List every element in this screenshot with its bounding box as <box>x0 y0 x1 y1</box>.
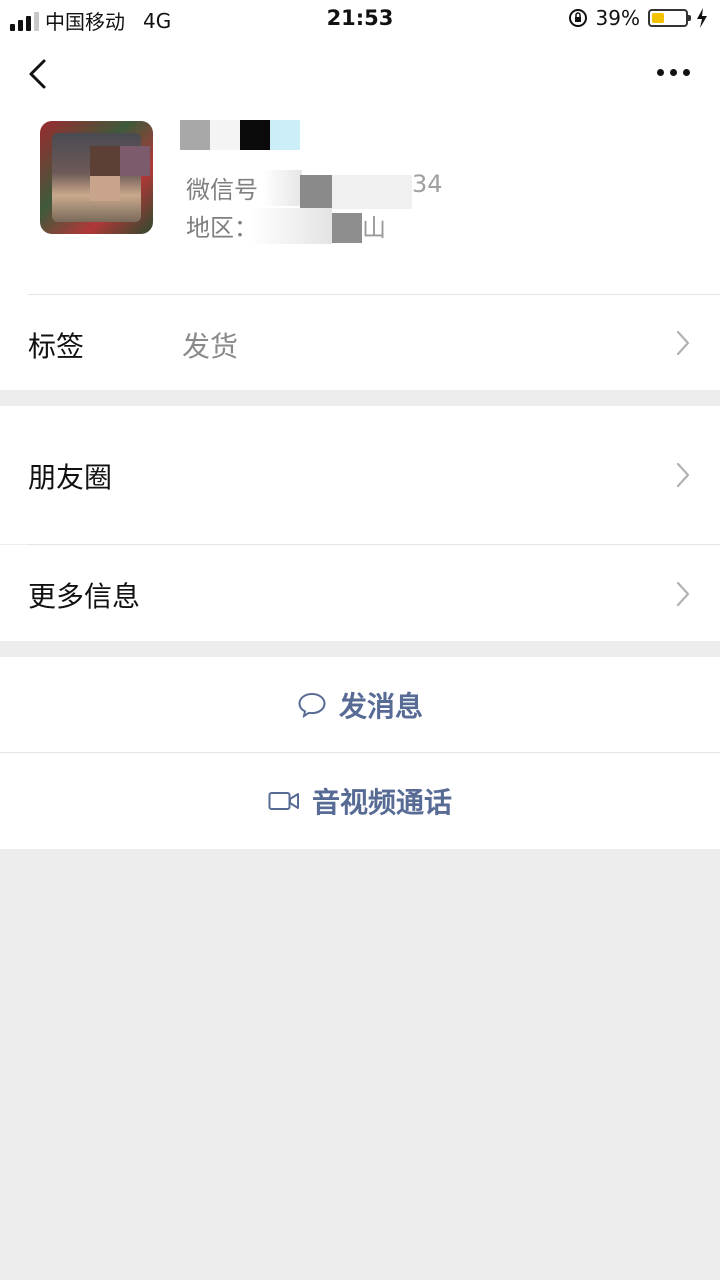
battery-level-fill <box>652 13 664 23</box>
avatar-mosaic <box>120 146 150 176</box>
status-bar: 中国移动 4G 21:53 39% <box>0 0 720 38</box>
moments-label: 朋友圈 <box>28 461 113 494</box>
video-camera-icon <box>268 792 299 810</box>
more-dot <box>656 68 664 76</box>
avatar-mosaic <box>90 176 120 201</box>
battery-percent: 39% <box>595 6 640 30</box>
battery-icon <box>648 9 691 27</box>
wechat-id-visible: 34 <box>412 170 443 198</box>
region-label: 地区： <box>186 214 258 242</box>
more-info-row[interactable]: 更多信息 <box>0 545 720 641</box>
moments-row[interactable]: 朋友圈 <box>0 406 720 544</box>
message-bubble-icon <box>298 692 326 719</box>
charging-bolt-icon <box>697 8 707 28</box>
send-message-label: 发消息 <box>338 690 423 723</box>
more-options-button[interactable] <box>648 60 698 84</box>
chevron-right-icon <box>676 581 690 607</box>
wechat-id-redaction <box>332 175 412 209</box>
region-redaction <box>332 213 362 243</box>
region-visible: 山 <box>362 208 386 243</box>
status-right: 39% <box>568 6 708 30</box>
tags-row[interactable]: 标签 发货 <box>0 295 720 390</box>
region-redaction <box>250 208 332 244</box>
avatar[interactable] <box>40 121 153 234</box>
wechat-id-suffix: 34 <box>412 170 443 198</box>
region-line: 地区： <box>186 208 258 243</box>
profile-header: 微信号： 34 地区： 山 标签 发货 <box>0 38 720 390</box>
region-suffix: 山 <box>362 214 386 242</box>
rotation-lock-icon <box>568 9 587 27</box>
wechat-id-redaction <box>300 175 332 209</box>
back-button[interactable] <box>22 56 58 92</box>
av-call-button[interactable]: 音视频通话 <box>0 753 720 849</box>
avatar-mosaic <box>90 146 120 176</box>
more-info-label: 更多信息 <box>28 580 141 613</box>
nickname-redacted <box>180 120 300 150</box>
chevron-right-icon <box>676 462 690 488</box>
more-dot <box>682 68 690 76</box>
send-message-button[interactable]: 发消息 <box>0 657 720 753</box>
wechat-id-redaction <box>262 170 302 206</box>
tags-value: 发货 <box>182 330 239 363</box>
tags-label: 标签 <box>28 330 85 363</box>
more-dot <box>669 68 677 76</box>
av-call-label: 音视频通话 <box>311 786 452 819</box>
chevron-right-icon <box>676 330 690 356</box>
